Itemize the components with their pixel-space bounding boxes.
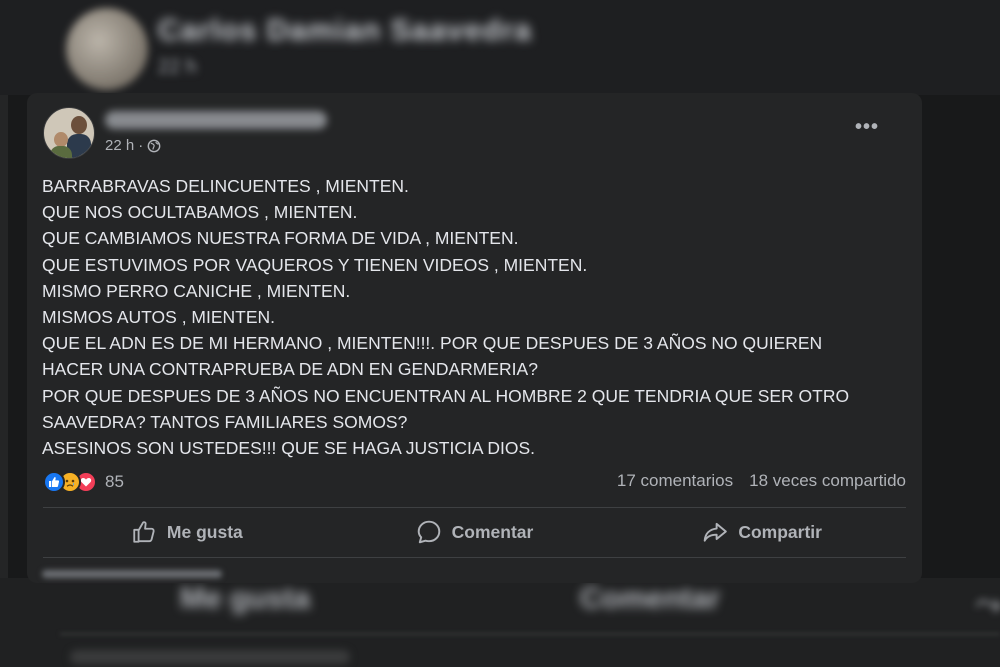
like-button-label: Me gusta	[166, 521, 243, 542]
post-actions: Me gusta Comentar Compartir	[43, 509, 906, 555]
divider	[43, 507, 906, 508]
more-options-icon[interactable]: •••	[853, 117, 881, 141]
author-name-redacted[interactable]	[105, 111, 327, 129]
background-comment-button: Comentar	[580, 582, 721, 615]
background-divider	[60, 633, 1000, 635]
comment-button[interactable]: Comentar	[331, 509, 619, 555]
share-button-label: Compartir	[738, 521, 822, 542]
like-button[interactable]: Me gusta	[43, 509, 331, 555]
post-line: SAAVEDRA? TANTOS FAMILIARES SOMOS?	[42, 411, 408, 432]
share-button[interactable]: Compartir	[618, 509, 906, 555]
comments-count-link[interactable]: 17 comentarios	[617, 471, 733, 491]
post-stats: 17 comentarios 18 veces compartido	[617, 471, 906, 491]
post-line: QUE NOS OCULTABAMOS , MIENTEN.	[42, 202, 358, 223]
comment-bubble-icon	[417, 520, 440, 544]
post-time[interactable]: 22 h	[105, 137, 134, 154]
globe-icon[interactable]	[147, 139, 161, 153]
author-avatar[interactable]	[43, 107, 95, 159]
comment-button-label: Comentar	[451, 521, 534, 542]
share-arrow-icon	[704, 522, 728, 542]
post-line: HACER UNA CONTRAPRUEBA DE ADN EN GENDARM…	[42, 359, 538, 380]
thumbs-up-icon	[133, 521, 155, 543]
reactions-summary[interactable]: 85	[43, 469, 124, 495]
divider	[43, 557, 906, 558]
post-header: 22 h · •••	[43, 107, 903, 163]
post-line: QUE ESTUVIMOS POR VAQUEROS Y TIENEN VIDE…	[42, 254, 588, 275]
post-body: BARRABRAVAS DELINCUENTES , MIENTEN. QUE …	[42, 173, 902, 461]
post-line: POR QUE DESPUES DE 3 AÑOS NO ENCUENTRAN …	[42, 385, 850, 406]
background-strip	[0, 95, 8, 585]
background-author-avatar	[66, 8, 148, 90]
meta-separator: ·	[138, 137, 144, 154]
background-author-name: Carlos Damian Saavedra	[158, 14, 532, 47]
reaction-count: 85	[105, 472, 124, 491]
post-line: ASESINOS SON USTEDES!!! QUE SE HAGA JUST…	[42, 438, 536, 459]
post-meta: 22 h ·	[105, 137, 161, 154]
like-reaction-icon	[43, 471, 65, 493]
blurred-comment-preview	[42, 570, 222, 578]
background-comment-row	[70, 650, 350, 664]
post-line: QUE CAMBIAMOS NUESTRA FORMA DE VIDA , MI…	[42, 228, 519, 249]
background-share-icon: ⤳	[975, 585, 1000, 623]
background-post-time: 22 h	[158, 56, 197, 78]
shares-count-link[interactable]: 18 veces compartido	[749, 471, 906, 491]
post-line: MISMO PERRO CANICHE , MIENTEN.	[42, 280, 351, 301]
post-line: MISMOS AUTOS , MIENTEN.	[42, 307, 276, 328]
post-card: 22 h · ••• BARRABRAVAS DELINCUENTES , MI…	[27, 93, 922, 583]
post-line: BARRABRAVAS DELINCUENTES , MIENTEN.	[42, 176, 409, 196]
background-like-button: Me gusta	[180, 582, 311, 615]
post-line: QUE EL ADN ES DE MI HERMANO , MIENTEN!!!…	[42, 333, 823, 354]
